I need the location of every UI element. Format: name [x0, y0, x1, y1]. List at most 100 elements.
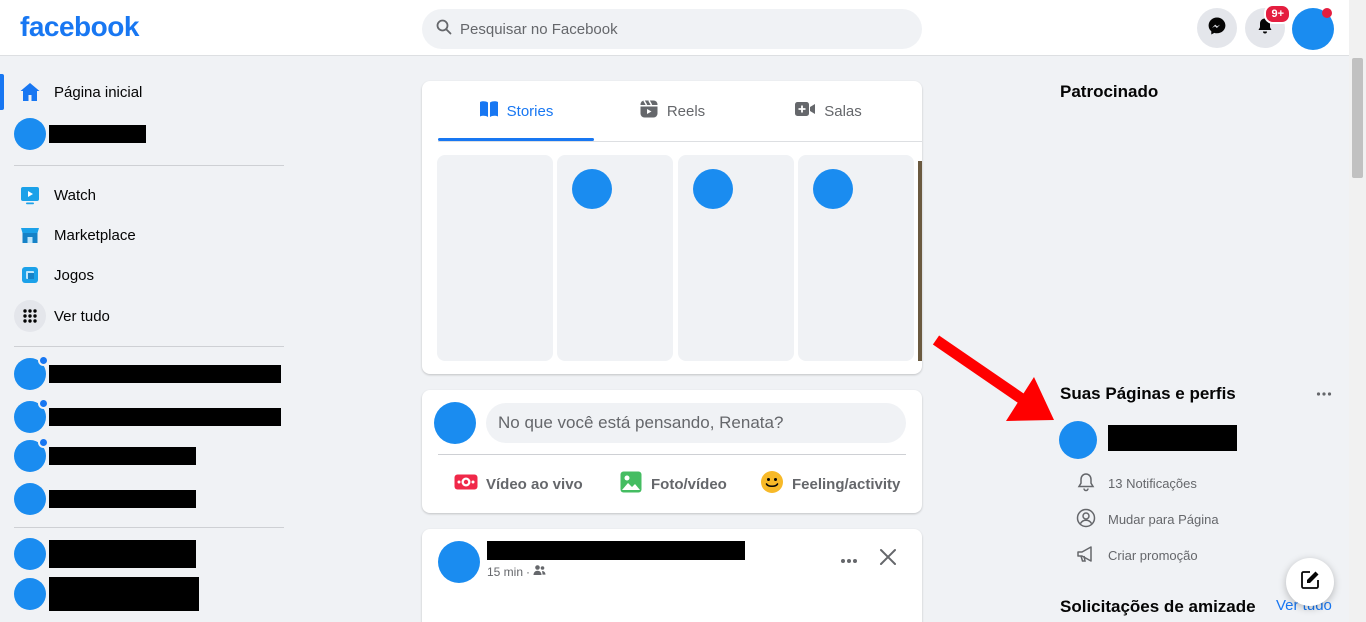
- sidebar-item-label: Marketplace: [54, 226, 136, 244]
- sub-item-label: Mudar para Página: [1108, 511, 1219, 527]
- tab-divider: [438, 141, 922, 142]
- messenger-icon: [1207, 16, 1227, 41]
- new-message-button[interactable]: [1286, 558, 1334, 606]
- tab-label: Salas: [824, 102, 862, 120]
- sidebar-item-marketplace[interactable]: Marketplace: [14, 217, 294, 253]
- shortcut-item[interactable]: [14, 576, 294, 612]
- redacted-name: [49, 490, 196, 508]
- page-avatar[interactable]: [1059, 421, 1097, 459]
- sidebar-item-home[interactable]: Página inicial: [14, 74, 294, 110]
- switch-to-page-item[interactable]: Mudar para Página: [1076, 507, 1219, 531]
- create-promotion-item[interactable]: Criar promoção: [1076, 543, 1198, 567]
- tab-label: Stories: [506, 102, 554, 120]
- sub-item-label: 13 Notificações: [1108, 475, 1197, 491]
- notifications-button[interactable]: 9+: [1245, 4, 1291, 48]
- active-indicator: [0, 74, 4, 110]
- redacted-name: [49, 125, 146, 143]
- page-scrollbar[interactable]: [1349, 0, 1366, 622]
- scrollbar-thumb[interactable]: [1352, 58, 1363, 178]
- pages-heading: Suas Páginas e perfis: [1060, 384, 1236, 403]
- composer-input[interactable]: No que você está pensando, Renata?: [486, 403, 906, 443]
- friend-requests-heading: Solicitações de amizade: [1060, 597, 1256, 616]
- sidebar-item-label: Ver tudo: [54, 307, 110, 325]
- close-icon[interactable]: [878, 547, 898, 572]
- more-options-icon[interactable]: [840, 551, 858, 569]
- friends-audience-icon: [533, 564, 546, 579]
- reels-icon: [639, 99, 659, 123]
- switch-profile-icon: [1076, 508, 1096, 531]
- action-label: Vídeo ao vivo: [486, 475, 583, 493]
- top-navigation-bar: facebook 9+: [0, 0, 1366, 56]
- tab-reels[interactable]: Reels: [594, 81, 750, 141]
- notifications-badge: 9+: [1264, 4, 1291, 24]
- shortcut-item[interactable]: [14, 536, 294, 572]
- search-input[interactable]: [460, 20, 880, 38]
- sidebar-item-profile[interactable]: [14, 116, 294, 152]
- meta-separator: ·: [526, 564, 531, 579]
- tab-label: Reels: [666, 102, 706, 120]
- smiley-icon: [760, 470, 784, 498]
- shortcut-item[interactable]: [14, 481, 294, 517]
- sponsored-heading: Patrocinado: [1060, 82, 1159, 101]
- sidebar-item-games[interactable]: Jogos: [14, 257, 294, 293]
- unread-dot: [38, 437, 49, 448]
- live-video-button[interactable]: Vídeo ao vivo: [454, 466, 583, 502]
- search-bar[interactable]: [422, 9, 922, 49]
- sidebar-divider: [14, 527, 284, 528]
- tab-rooms[interactable]: Salas: [750, 81, 906, 141]
- watch-icon: [14, 179, 46, 211]
- live-video-icon: [454, 473, 478, 495]
- story-card[interactable]: [798, 155, 914, 361]
- sidebar-item-see-all[interactable]: Ver tudo: [14, 298, 294, 334]
- avatar: [14, 578, 46, 610]
- video-camera-icon: [794, 100, 816, 122]
- shortcut-item[interactable]: [14, 437, 294, 474]
- post-time[interactable]: 15 min: [487, 565, 523, 579]
- avatar: [572, 169, 612, 209]
- redacted-page-name[interactable]: [1108, 425, 1237, 451]
- sub-item-label: Criar promoção: [1108, 547, 1198, 563]
- messenger-button[interactable]: [1197, 8, 1237, 48]
- feeling-activity-button[interactable]: Feeling/activity: [760, 466, 900, 502]
- bell-icon: [1076, 472, 1096, 495]
- unread-dot: [38, 355, 49, 366]
- redacted-name: [49, 365, 281, 383]
- story-card-partial: [918, 161, 922, 361]
- avatar: [14, 483, 46, 515]
- left-sidebar: Página inicial Watch Marketplace Jogos V…: [0, 56, 300, 622]
- sidebar-item-label: Página inicial: [54, 83, 143, 101]
- marketplace-icon: [14, 219, 46, 251]
- stories-card: Stories Reels Salas: [422, 81, 922, 374]
- post-meta: 15 min ·: [487, 564, 546, 579]
- sidebar-item-watch[interactable]: Watch: [14, 177, 294, 213]
- more-options-icon[interactable]: [1316, 384, 1332, 402]
- home-icon: [14, 76, 46, 108]
- facebook-logo[interactable]: facebook: [20, 11, 139, 43]
- sidebar-item-label: Jogos: [54, 266, 95, 284]
- page-notifications-item[interactable]: 13 Notificações: [1076, 471, 1197, 495]
- shortcut-item[interactable]: [14, 398, 294, 435]
- games-icon: [14, 259, 46, 291]
- compose-icon: [1299, 569, 1321, 596]
- avatar[interactable]: [438, 541, 480, 583]
- avatar: [14, 538, 46, 570]
- book-icon: [479, 100, 499, 122]
- post-composer: No que você está pensando, Renata? Vídeo…: [422, 390, 922, 513]
- story-card[interactable]: [678, 155, 794, 361]
- avatar[interactable]: [434, 402, 476, 444]
- megaphone-icon: [1076, 544, 1096, 567]
- feed-post: 15 min ·: [422, 529, 922, 622]
- sidebar-item-label: Watch: [54, 186, 96, 204]
- create-story-card[interactable]: [437, 155, 553, 361]
- redacted-name[interactable]: [487, 541, 745, 560]
- tab-stories[interactable]: Stories: [438, 81, 594, 141]
- story-card[interactable]: [557, 155, 673, 361]
- avatar: [14, 398, 49, 433]
- avatar: [14, 118, 46, 150]
- shortcut-item[interactable]: [14, 355, 294, 392]
- avatar: [14, 355, 49, 390]
- redacted-name: [49, 577, 199, 611]
- photo-video-button[interactable]: Foto/vídeo: [619, 466, 727, 502]
- avatar: [813, 169, 853, 209]
- redacted-name: [49, 447, 196, 465]
